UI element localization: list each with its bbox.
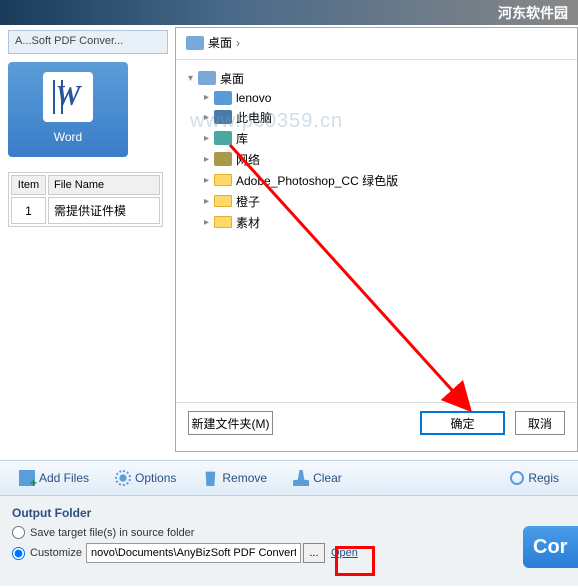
desktop-icon: [186, 36, 204, 50]
banner: 河东软件园: [0, 0, 578, 25]
expander-icon[interactable]: ▸: [204, 196, 214, 207]
word-label: Word: [8, 130, 128, 144]
browse-button[interactable]: ...: [303, 543, 325, 563]
folder-icon: [214, 174, 232, 186]
tree-label: 网络: [236, 151, 260, 168]
app-title-bar: A...Soft PDF Conver...: [8, 30, 168, 54]
cell-filename: 需提供证件模: [48, 197, 160, 224]
options-button[interactable]: Options: [104, 465, 187, 491]
folder-icon: [214, 195, 232, 207]
col-item[interactable]: Item: [11, 175, 46, 195]
tree-label: 此电脑: [236, 109, 272, 126]
tree-label: 库: [236, 130, 248, 147]
output-path-input[interactable]: [86, 543, 301, 563]
tree-root[interactable]: ▾ 桌面: [188, 68, 565, 89]
word-icon: [43, 72, 93, 122]
cancel-button[interactable]: 取消: [515, 411, 565, 435]
expander-icon[interactable]: ▸: [204, 154, 214, 165]
dialog-button-row: 新建文件夹(M) 确定 取消: [176, 402, 577, 443]
toolbar: Add Files Options Remove Clear Regis: [0, 460, 578, 496]
table-header-row: Item File Name: [11, 175, 160, 195]
path-segment[interactable]: 桌面 ›: [186, 34, 244, 51]
chevron-right-icon: ›: [236, 36, 240, 50]
tree-item[interactable]: ▸ 网络: [204, 149, 565, 170]
dialog-path-bar: 桌面 ›: [176, 28, 577, 60]
output-title: Output Folder: [12, 506, 566, 520]
radio-custom-label: Customize: [30, 547, 82, 559]
tree-label: 橙子: [236, 193, 260, 210]
remove-label: Remove: [222, 471, 267, 485]
convert-button[interactable]: Cor: [523, 526, 578, 568]
folder-icon: [214, 216, 232, 228]
radio-custom-input[interactable]: [12, 547, 25, 560]
add-files-button[interactable]: Add Files: [8, 465, 100, 491]
expander-icon[interactable]: ▸: [204, 175, 214, 186]
folder-icon: [214, 110, 232, 124]
output-folder-section: Output Folder Save target file(s) in sou…: [0, 496, 578, 586]
tree-item[interactable]: ▸ lenovo: [204, 89, 565, 107]
banner-text: 河东软件园: [498, 3, 568, 23]
cell-item: 1: [11, 197, 46, 224]
folder-tree: ▾ 桌面 ▸lenovo▸此电脑▸库▸网络▸Adobe_Photoshop_CC…: [176, 60, 577, 400]
broom-icon: [293, 470, 309, 486]
clear-label: Clear: [313, 471, 342, 485]
folder-icon: [214, 152, 232, 166]
folder-icon: [214, 131, 232, 145]
expander-icon[interactable]: ▸: [204, 133, 214, 144]
radio-customize[interactable]: Customize ... Open: [12, 543, 566, 563]
tree-item[interactable]: ▸ 素材: [204, 212, 565, 233]
options-label: Options: [135, 471, 176, 485]
radio-source-input[interactable]: [12, 526, 25, 539]
tree-item[interactable]: ▸ Adobe_Photoshop_CC 绿色版: [204, 170, 565, 191]
trash-icon: [202, 470, 218, 486]
ok-button[interactable]: 确定: [420, 411, 505, 435]
col-filename[interactable]: File Name: [48, 175, 160, 195]
folder-browse-dialog: 桌面 › ▾ 桌面 ▸lenovo▸此电脑▸库▸网络▸Adobe_Photosh…: [175, 27, 578, 452]
add-icon: [19, 470, 35, 486]
path-label: 桌面: [208, 34, 232, 51]
add-label: Add Files: [39, 471, 89, 485]
open-link[interactable]: Open: [331, 547, 358, 559]
left-panel: A...Soft PDF Conver... Word Item File Na…: [8, 30, 168, 227]
tree-item[interactable]: ▸ 橙子: [204, 191, 565, 212]
main-area: A...Soft PDF Conver... Word Item File Na…: [0, 25, 578, 460]
remove-button[interactable]: Remove: [191, 465, 278, 491]
gear-icon: [115, 470, 131, 486]
tree-item[interactable]: ▸ 此电脑: [204, 107, 565, 128]
expander-icon[interactable]: ▾: [188, 73, 198, 84]
register-label: Regis: [528, 471, 559, 485]
tree-label: lenovo: [236, 91, 271, 105]
tree-item[interactable]: ▸库: [204, 128, 565, 149]
radio-source-folder[interactable]: Save target file(s) in source folder: [12, 526, 566, 539]
desktop-icon: [198, 71, 216, 85]
expander-icon[interactable]: ▸: [204, 112, 214, 123]
clear-button[interactable]: Clear: [282, 465, 353, 491]
file-list-table: Item File Name 1 需提供证件模: [8, 172, 163, 227]
tree-label: Adobe_Photoshop_CC 绿色版: [236, 172, 398, 189]
new-folder-button[interactable]: 新建文件夹(M): [188, 411, 273, 435]
expander-icon[interactable]: ▸: [204, 92, 214, 103]
table-row[interactable]: 1 需提供证件模: [11, 197, 160, 224]
radio-source-label: Save target file(s) in source folder: [30, 527, 194, 539]
folder-icon: [214, 91, 232, 105]
tree-label: 素材: [236, 214, 260, 231]
expander-icon[interactable]: ▸: [204, 217, 214, 228]
register-button[interactable]: Regis: [499, 466, 570, 490]
tree-label: 桌面: [220, 70, 244, 87]
word-format-tile[interactable]: Word: [8, 62, 128, 157]
register-icon: [510, 471, 524, 485]
